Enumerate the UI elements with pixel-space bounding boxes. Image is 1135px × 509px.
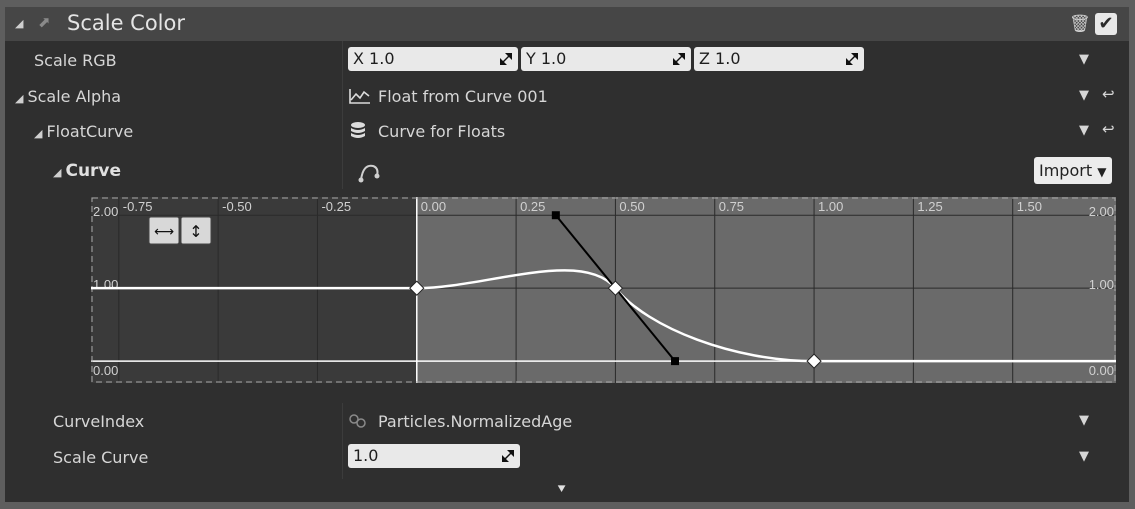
- module-title: Scale Color: [67, 11, 186, 35]
- module-arrow-icon: ⬈: [38, 13, 51, 31]
- y-tick-label-right: 1.00: [1089, 277, 1114, 292]
- row-scale-curve: Scale Curve 1.0 ▼: [5, 439, 1129, 475]
- y-value: Y 1.0: [526, 49, 567, 68]
- row-scale-rgb: Scale RGB X 1.0 Y 1.0 Z 1.0 ▼: [5, 42, 1129, 78]
- drag-handle-icon[interactable]: [500, 53, 512, 65]
- x-tick-label: 0.25: [520, 199, 545, 214]
- scale-alpha-label[interactable]: ◢ Scale Alpha: [15, 87, 121, 106]
- row-scale-alpha: ◢ Scale Alpha Float from Curve 001 ▼ ↩: [5, 78, 1129, 114]
- curve-index-value[interactable]: Particles.NormalizedAge: [378, 412, 572, 431]
- drag-handle-icon[interactable]: [673, 53, 685, 65]
- scale-curve-field[interactable]: 1.0: [348, 444, 520, 468]
- collapse-triangle-icon[interactable]: ◢: [15, 17, 23, 30]
- import-button[interactable]: Import ▼: [1034, 157, 1112, 184]
- x-tick-label: -0.25: [321, 199, 351, 214]
- trash-icon[interactable]: 🗑: [1069, 14, 1091, 34]
- scale-curve-label: Scale Curve: [53, 448, 149, 467]
- fit-vertical-icon: ↕: [189, 222, 202, 241]
- line-chart-icon: [349, 89, 370, 104]
- reset-arrow-icon[interactable]: ↩: [1102, 85, 1115, 103]
- chevron-down-icon[interactable]: ▼: [1079, 88, 1089, 103]
- expand-triangle-icon[interactable]: ◢: [53, 166, 61, 179]
- chevron-down-icon[interactable]: ▼: [1079, 449, 1089, 464]
- curve-index-label: CurveIndex: [53, 412, 145, 431]
- expand-triangle-icon[interactable]: ◢: [15, 92, 23, 105]
- chevron-down-icon[interactable]: ▼: [1079, 413, 1089, 428]
- y-tick-label: 0.00: [93, 363, 118, 378]
- y-tick-label-right: 0.00: [1089, 363, 1114, 378]
- y-tick-label: 1.00: [93, 277, 118, 292]
- scale-rgb-x-field[interactable]: X 1.0: [348, 47, 518, 71]
- row-curve-index: CurveIndex Particles.NormalizedAge ▼: [5, 403, 1129, 439]
- curve-asset-icon[interactable]: [357, 160, 383, 184]
- scale-rgb-label: Scale RGB: [34, 51, 117, 70]
- scale-color-module: ◢ ⬈ Scale Color 🗑 ✔ Scale RGB X 1.0 Y 1.…: [5, 7, 1129, 502]
- scale-alpha-value[interactable]: Float from Curve 001: [378, 87, 548, 106]
- float-curve-value[interactable]: Curve for Floats: [378, 122, 505, 141]
- row-curve: ◢ Curve: [5, 153, 1129, 189]
- x-tick-label: 0.50: [619, 199, 644, 214]
- tangent-handle-out[interactable]: [671, 357, 680, 366]
- module-header[interactable]: ◢ ⬈ Scale Color 🗑 ✔: [5, 7, 1129, 41]
- x-tick-label: 1.50: [1017, 199, 1042, 214]
- row-float-curve: ◢ FloatCurve Curve for Floats ▼ ↩: [5, 113, 1129, 149]
- curve-editor[interactable]: -0.75 -0.50 -0.25 0.00 0.25 0.50 0.75 1.00 1.25 1…: [91, 197, 1116, 383]
- expand-triangle-icon[interactable]: ◢: [34, 127, 42, 140]
- chevron-down-icon[interactable]: ▼: [1079, 123, 1089, 138]
- scale-rgb-y-field[interactable]: Y 1.0: [521, 47, 691, 71]
- tangent-handle-in[interactable]: [551, 211, 560, 220]
- expand-more-icon[interactable]: ⯆: [556, 482, 567, 498]
- x-tick-label: 0.75: [719, 199, 744, 214]
- reset-arrow-icon[interactable]: ↩: [1102, 120, 1115, 138]
- drag-handle-icon[interactable]: [846, 53, 858, 65]
- x-tick-label: 1.00: [818, 199, 843, 214]
- chevron-down-icon: ▼: [1097, 165, 1107, 179]
- import-label: Import: [1039, 161, 1093, 180]
- curve-text: Curve: [65, 161, 122, 181]
- database-icon: [351, 122, 365, 138]
- scale-alpha-text: Scale Alpha: [27, 87, 122, 106]
- fit-horizontal-icon: ⟷: [154, 224, 174, 240]
- x-tick-label: -0.75: [123, 199, 153, 214]
- y-tick-label: 2.00: [93, 204, 118, 219]
- chevron-down-icon[interactable]: ▼: [1079, 52, 1089, 67]
- scale-rgb-z-field[interactable]: Z 1.0: [694, 47, 864, 71]
- curve-label[interactable]: ◢ Curve: [53, 161, 121, 181]
- drag-handle-icon[interactable]: [502, 450, 514, 462]
- active-range-background: [416, 197, 1116, 383]
- x-value: X 1.0: [353, 49, 395, 68]
- x-tick-label: -0.50: [222, 199, 252, 214]
- y-tick-label-right: 2.00: [1089, 204, 1114, 219]
- z-value: Z 1.0: [699, 49, 741, 68]
- scale-curve-value: 1.0: [353, 446, 379, 465]
- float-curve-label[interactable]: ◢ FloatCurve: [34, 122, 133, 141]
- float-curve-text: FloatCurve: [46, 122, 134, 141]
- link-icon: [349, 414, 366, 428]
- x-tick-label: 1.25: [917, 199, 942, 214]
- enabled-checkbox[interactable]: ✔: [1095, 13, 1117, 35]
- x-tick-label: 0.00: [421, 199, 446, 214]
